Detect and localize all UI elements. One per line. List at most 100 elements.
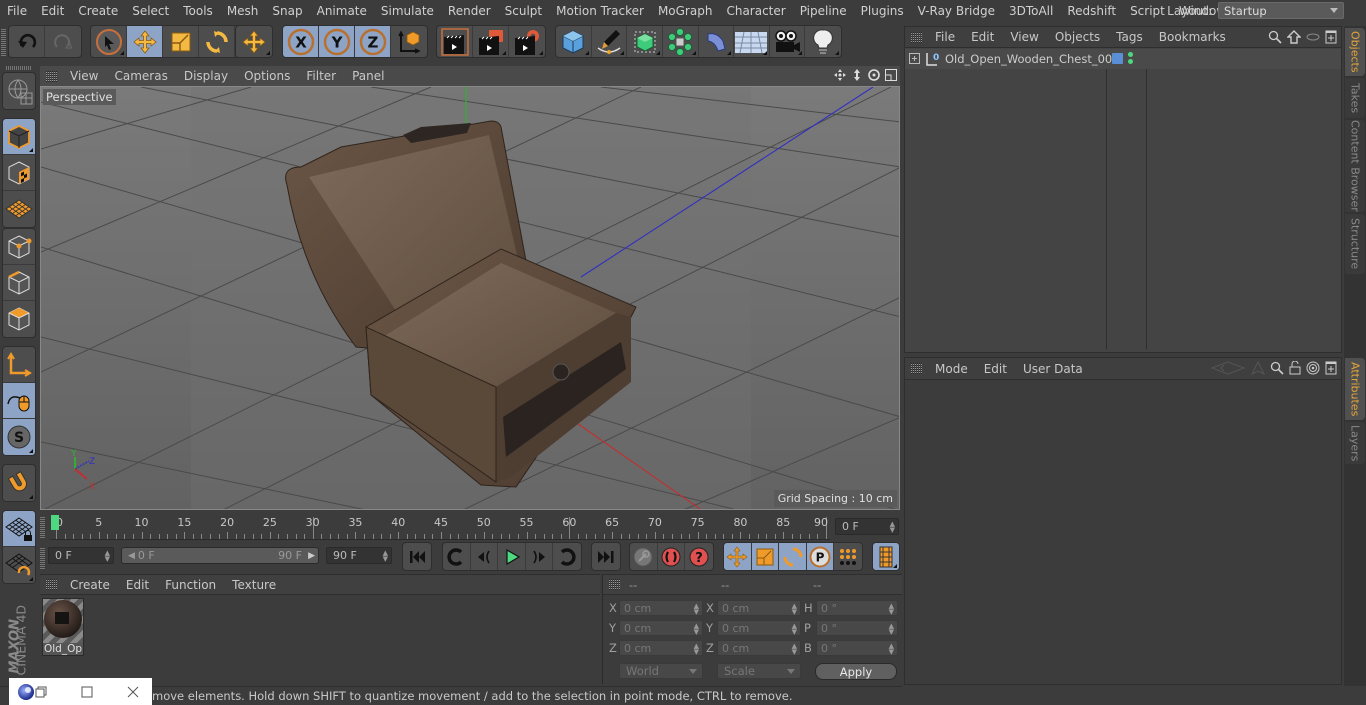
menu-animate[interactable]: Animate (310, 4, 374, 18)
cloner-button[interactable] (663, 26, 699, 57)
timeline-ruler[interactable]: 0 5 10 15 20 25 30 35 40 45 50 55 60 65 70 75 80 85 90 0 F… (40, 512, 902, 542)
menu-create[interactable]: Create (71, 4, 125, 18)
workplane-mode-button[interactable] (3, 191, 35, 227)
menu-simulate[interactable]: Simulate (374, 4, 441, 18)
texture-mode-button[interactable] (3, 155, 35, 191)
viewport-menu-display[interactable]: Display (176, 69, 236, 83)
size-x-field[interactable]: 0 cm ▲ ▼ (717, 600, 801, 616)
menu-3dtoall[interactable]: 3DToAll (1002, 4, 1060, 18)
object-menu-view[interactable]: View (1002, 30, 1046, 44)
point-level-animation-button[interactable] (834, 543, 862, 570)
viewport-menu-options[interactable]: Options (236, 69, 298, 83)
panel-grip[interactable] (46, 70, 58, 82)
frame-ruler[interactable]: 0 5 10 15 20 25 30 35 40 45 50 55 60 65 70 75 80 85 90 (50, 512, 830, 540)
range-right-arrow-icon[interactable]: ▶ (308, 551, 315, 561)
layer-color-swatch[interactable] (1112, 53, 1123, 64)
next-frame-button[interactable] (526, 543, 554, 570)
move-tool-button[interactable] (127, 26, 163, 57)
start-frame-field[interactable]: 0 F ▲ ▼ (48, 547, 114, 564)
previous-key-button[interactable] (443, 543, 471, 570)
layout-dropdown[interactable]: Startup (1218, 2, 1344, 19)
menu-redshift[interactable]: Redshift (1060, 4, 1123, 18)
new-panel-icon[interactable] (1325, 30, 1337, 44)
material-menu-function[interactable]: Function (157, 578, 224, 592)
expand-icon[interactable] (909, 53, 921, 65)
parameter-track-button[interactable]: P (806, 543, 835, 570)
object-menu-edit[interactable]: Edit (963, 30, 1002, 44)
attribute-menu-user-data[interactable]: User Data (1015, 362, 1091, 376)
frame-range-slider[interactable]: ◀ 0 F 90 F ▶ (121, 547, 319, 564)
link-icon[interactable] (1306, 30, 1320, 44)
palette-grip[interactable] (6, 66, 32, 70)
viewport-menu-panel[interactable]: Panel (344, 69, 392, 83)
previous-frame-button[interactable] (471, 543, 499, 570)
go-to-end-button[interactable] (592, 543, 620, 570)
playhead-marker[interactable] (51, 515, 59, 530)
pen-button[interactable] (592, 26, 628, 57)
back-icon[interactable] (1210, 361, 1246, 375)
menu-edit[interactable]: Edit (34, 4, 71, 18)
perspective-viewport[interactable]: Y Z X Perspective Grid Spacing : 10 cm (40, 86, 900, 510)
bend-deformer-button[interactable] (699, 26, 735, 57)
go-to-start-button[interactable] (403, 543, 431, 570)
points-mode-button[interactable] (3, 229, 35, 265)
home-icon[interactable] (1287, 30, 1301, 44)
scale-track-button[interactable] (751, 543, 780, 570)
play-button[interactable] (498, 543, 526, 570)
close-icon[interactable] (126, 685, 140, 699)
make-editable-button[interactable] (3, 73, 35, 109)
live-selection-button[interactable] (91, 26, 127, 57)
render-settings-button[interactable] (509, 26, 545, 57)
viewport-menu-filter[interactable]: Filter (298, 69, 344, 83)
rotate-view-icon[interactable] (867, 68, 881, 82)
pos-x-field[interactable]: 0 cm ▲ ▼ (619, 600, 703, 616)
object-menu-objects[interactable]: Objects (1047, 30, 1108, 44)
material-menu-edit[interactable]: Edit (118, 578, 157, 592)
material-menu-create[interactable]: Create (62, 578, 118, 592)
record-help-button[interactable]: ? (685, 543, 713, 570)
zoom-view-icon[interactable] (850, 68, 864, 82)
search-icon[interactable] (1268, 30, 1282, 44)
render-visibility-dot[interactable] (1128, 59, 1133, 64)
size-y-field[interactable]: 0 cm ▲ ▼ (717, 620, 801, 636)
viewport-menu-cameras[interactable]: Cameras (106, 69, 175, 83)
coordinate-system-button[interactable] (391, 26, 427, 57)
menu-snap[interactable]: Snap (265, 4, 309, 18)
timeline-window-button[interactable] (873, 543, 899, 570)
apply-button[interactable]: Apply (815, 663, 897, 680)
menu-mograph[interactable]: MoGraph (651, 4, 720, 18)
locked-workplane-button[interactable] (3, 511, 35, 547)
coordinate-space-select[interactable]: World (619, 663, 703, 679)
object-menu-tags[interactable]: Tags (1108, 30, 1151, 44)
panel-grip[interactable] (911, 31, 923, 43)
camera-button[interactable] (770, 26, 806, 57)
menu-plugins[interactable]: Plugins (854, 4, 911, 18)
panel-grip[interactable] (609, 579, 621, 590)
toggle-layout-icon[interactable] (884, 68, 898, 82)
axis-mode-button[interactable] (3, 347, 35, 383)
y-axis-lock-button[interactable]: Y (319, 26, 355, 57)
restore-icon[interactable] (34, 685, 48, 699)
tab-attributes[interactable]: Attributes (1345, 358, 1365, 420)
target-icon[interactable] (1306, 361, 1320, 375)
menu-vray-bridge[interactable]: V-Ray Bridge (911, 4, 1002, 18)
model-mode-button[interactable] (3, 119, 35, 155)
lock-icon[interactable] (1289, 361, 1301, 375)
edges-mode-button[interactable] (3, 265, 35, 301)
menu-tools[interactable]: Tools (176, 4, 220, 18)
new-panel-icon[interactable] (1325, 361, 1337, 375)
tab-layers[interactable]: Layers (1345, 422, 1365, 464)
attribute-menu-mode[interactable]: Mode (927, 362, 976, 376)
object-row[interactable]: 0 Old_Open_Wooden_Chest_001 (905, 49, 1341, 69)
size-z-field[interactable]: 0 cm ▲ ▼ (717, 640, 801, 656)
object-menu-file[interactable]: File (927, 30, 963, 44)
rot-h-field[interactable]: 0 ° ▲ ▼ (816, 600, 898, 616)
panel-grip[interactable] (911, 363, 923, 374)
up-icon[interactable] (1251, 361, 1265, 375)
current-frame-field[interactable]: 0 F ▲ ▼ (835, 518, 899, 535)
rotate-track-button[interactable] (779, 543, 807, 570)
planar-workplane-button[interactable] (3, 547, 35, 583)
subdivision-surface-button[interactable] (627, 26, 663, 57)
menu-select[interactable]: Select (125, 4, 176, 18)
autokey-button[interactable] (658, 543, 686, 570)
